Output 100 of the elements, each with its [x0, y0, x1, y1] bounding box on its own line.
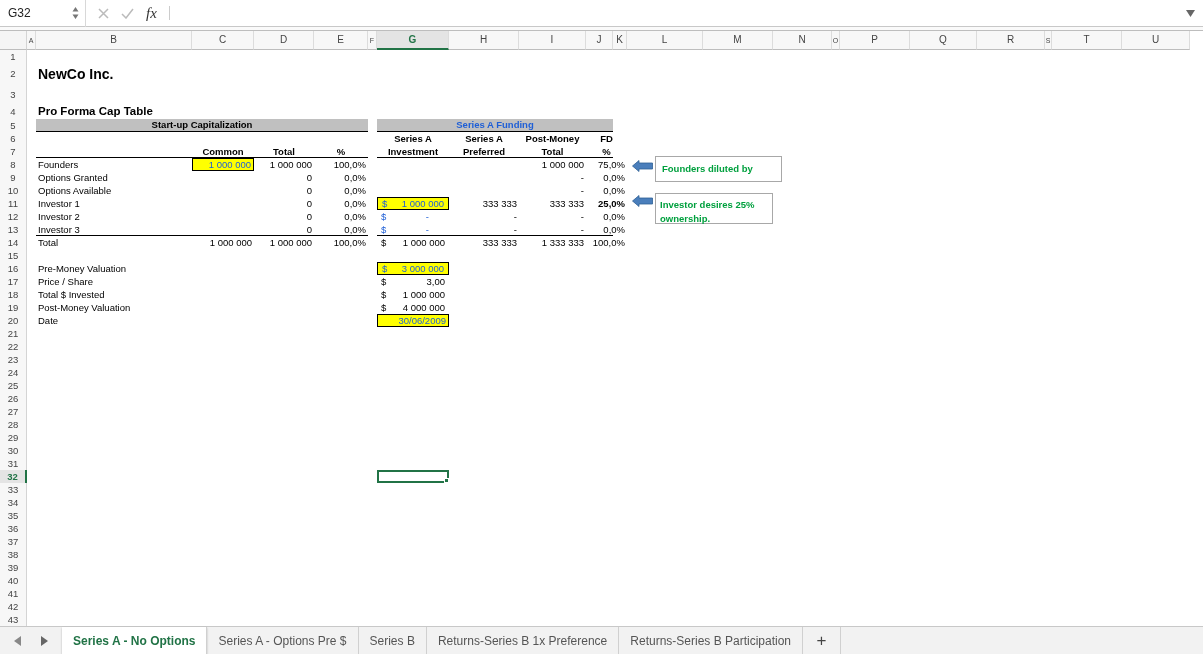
row-header[interactable]: 29 — [0, 431, 27, 444]
sheet-tab[interactable]: Series A - No Options — [62, 627, 208, 654]
row-header[interactable]: 12 — [0, 210, 27, 223]
column-heading: Series A — [393, 132, 433, 145]
check-icon[interactable] — [121, 7, 134, 19]
column-header[interactable]: L — [627, 31, 703, 50]
row-header[interactable]: 17 — [0, 275, 27, 288]
table-cell-text: $ - — [380, 210, 430, 223]
row-header[interactable]: 26 — [0, 392, 27, 405]
function-button[interactable]: fx — [146, 1, 157, 25]
table-cell-text: 0,0% — [343, 223, 367, 236]
previous-icon[interactable] — [14, 635, 21, 646]
row-header[interactable]: 20 — [0, 314, 27, 327]
column-header[interactable]: E — [314, 31, 368, 50]
row-header[interactable]: 35 — [0, 509, 27, 522]
table-cell-text: 1 000 000 — [208, 236, 253, 249]
column-header[interactable]: K — [613, 31, 627, 50]
column-header[interactable]: N — [773, 31, 832, 50]
row-header[interactable]: 7 — [0, 145, 27, 158]
column-header[interactable]: U — [1122, 31, 1190, 50]
row-header[interactable]: 43 — [0, 613, 27, 626]
row-header[interactable]: 38 — [0, 548, 27, 561]
row-header[interactable]: 8 — [0, 158, 27, 171]
column-header[interactable]: G — [377, 31, 449, 50]
row-header[interactable]: 28 — [0, 418, 27, 431]
dropdown-icon[interactable] — [1186, 9, 1195, 17]
row-header[interactable]: 39 — [0, 561, 27, 574]
row-header[interactable]: 10 — [0, 184, 27, 197]
callout-text-box: Investor desires 25% ownership. — [655, 193, 773, 224]
row-header[interactable]: 2 — [0, 63, 27, 85]
row-header[interactable]: 36 — [0, 522, 27, 535]
table-cell-text: Pre-Money Valuation — [37, 262, 127, 275]
table-cell-text: Price / Share — [37, 275, 94, 288]
table-cell-text: Investor 3 — [37, 223, 81, 236]
table-cell-text: Total $ Invested — [37, 288, 106, 301]
row-header[interactable]: 5 — [0, 119, 27, 132]
sheet-tab[interactable]: Returns-Series B Participation — [619, 627, 804, 654]
column-header[interactable]: Q — [910, 31, 977, 50]
next-icon[interactable] — [41, 635, 48, 646]
column-header[interactable]: M — [703, 31, 773, 50]
table-cell-text: 333 333 — [481, 197, 518, 210]
column-header[interactable]: I — [519, 31, 586, 50]
row-header[interactable]: 27 — [0, 405, 27, 418]
row-header[interactable]: 42 — [0, 600, 27, 613]
name-box[interactable]: G32 — [0, 0, 86, 27]
row-header[interactable]: 15 — [0, 249, 27, 262]
column-header[interactable]: C — [192, 31, 254, 50]
spinner-icon[interactable] — [72, 6, 79, 20]
column-header[interactable]: P — [840, 31, 910, 50]
column-header[interactable]: R — [977, 31, 1045, 50]
table-cell-text: $ 1 000 000 — [380, 288, 446, 301]
row-header[interactable]: 18 — [0, 288, 27, 301]
column-header[interactable]: J — [586, 31, 613, 50]
arrow-icon — [632, 160, 653, 172]
table-cell-text: 0,0% — [602, 223, 626, 236]
row-header[interactable]: 37 — [0, 535, 27, 548]
row-header[interactable]: 3 — [0, 85, 27, 104]
column-header[interactable]: H — [449, 31, 519, 50]
row-header[interactable]: 31 — [0, 457, 27, 470]
table-title: Pro Forma Cap Table — [37, 104, 154, 119]
row-header[interactable]: 25 — [0, 379, 27, 392]
cell-selection[interactable] — [377, 470, 449, 483]
row-header[interactable]: 30 — [0, 444, 27, 457]
row-header[interactable]: 33 — [0, 483, 27, 496]
column-header[interactable]: D — [254, 31, 314, 50]
row-header[interactable]: 4 — [0, 104, 27, 119]
row-header[interactable]: 19 — [0, 301, 27, 314]
table-cell-text: Date — [37, 314, 60, 327]
row-header[interactable]: 41 — [0, 587, 27, 600]
column-header[interactable]: T — [1052, 31, 1122, 50]
row-header[interactable]: 1 — [0, 50, 27, 63]
row-header[interactable]: 22 — [0, 340, 27, 353]
row-header[interactable]: 40 — [0, 574, 27, 587]
row-header[interactable]: 32 — [0, 470, 27, 483]
row-header[interactable]: 14 — [0, 236, 27, 249]
sheet-tab[interactable]: Returns-Series B 1x Preference — [426, 627, 620, 654]
table-cell-text: 100,0% — [591, 236, 626, 249]
column-heading: % — [335, 145, 347, 158]
row-header[interactable]: 16 — [0, 262, 27, 275]
row-header[interactable]: 6 — [0, 132, 27, 145]
sheet-tab[interactable]: Series B — [358, 627, 427, 654]
row-header[interactable]: 23 — [0, 353, 27, 366]
row-header[interactable]: 21 — [0, 327, 27, 340]
row-header[interactable]: 34 — [0, 496, 27, 509]
table-cell-text: Investor 2 — [37, 210, 81, 223]
row-header[interactable]: 11 — [0, 197, 27, 210]
table-cell-text: - — [512, 223, 518, 236]
table-cell-text: - — [512, 210, 518, 223]
table-cell-text: 0,0% — [343, 210, 367, 223]
column-heading: Series A — [464, 132, 504, 145]
column-header[interactable]: B — [36, 31, 192, 50]
row-header[interactable]: 13 — [0, 223, 27, 236]
table-cell-text: 0 — [305, 184, 313, 197]
sheet-tab[interactable]: Series A - Options Pre $ — [207, 627, 359, 654]
column-heading: Total — [540, 145, 565, 158]
table-cell-text: 0,0% — [343, 171, 367, 184]
add-sheet-button[interactable]: + — [803, 627, 842, 654]
row-header[interactable]: 9 — [0, 171, 27, 184]
row-header[interactable]: 24 — [0, 366, 27, 379]
table-cell-text: 1 000 000 — [268, 236, 313, 249]
